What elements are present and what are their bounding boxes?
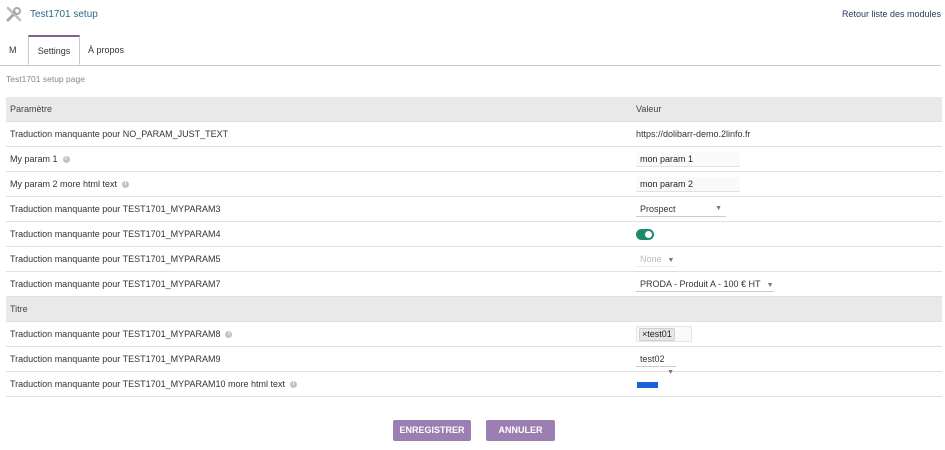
select-value: PRODA - Produit A - 100 € HT <box>640 278 761 289</box>
back-to-modules-link[interactable]: Retour liste des modules <box>842 9 941 19</box>
table-row: Traduction manquante pour TEST1701_MYPAR… <box>6 271 942 297</box>
info-icon[interactable]: i <box>225 331 233 339</box>
myparam7-select[interactable]: PRODA - Produit A - 100 € HT ▼ <box>636 277 774 292</box>
tab-settings[interactable]: Settings <box>28 35 80 65</box>
table-row: Traduction manquante pour TEST1701_MYPAR… <box>6 196 942 222</box>
table-row: Traduction manquante pour TEST1701_MYPAR… <box>6 346 942 376</box>
select-value: Prospect <box>640 203 676 214</box>
myparam10-color-picker[interactable] <box>637 381 658 388</box>
param-value: https://dolibarr-demo.2linfo.fr <box>632 121 942 147</box>
param-label: Traduction manquante pour TEST1701_MYPAR… <box>6 271 632 297</box>
tools-icon <box>6 6 22 22</box>
column-header-value: Valeur <box>632 97 942 122</box>
param-label: Traduction manquante pour TEST1701_MYPAR… <box>10 329 221 339</box>
toggle-knob <box>645 230 652 238</box>
info-icon[interactable]: i <box>289 381 297 389</box>
select-value: None <box>640 253 662 264</box>
myparam8-multiselect[interactable]: ×test01 <box>636 326 692 342</box>
section-title: Titre <box>6 296 942 322</box>
section-row: Titre <box>6 296 942 322</box>
tab-bar: M Settings À propos <box>0 35 941 66</box>
chevron-down-icon: ▼ <box>715 204 722 212</box>
param-label: Traduction manquante pour NO_PARAM_JUST_… <box>6 121 632 147</box>
param-label: Traduction manquante pour TEST1701_MYPAR… <box>6 196 632 222</box>
table-row: Traduction manquante pour TEST1701_MYPAR… <box>6 371 942 397</box>
table-row: My param 2 more html text i mon param 2 <box>6 171 942 197</box>
table-row: My param 1 i mon param 1 <box>6 146 942 172</box>
settings-table: Paramètre Valeur Traduction manquante po… <box>6 97 942 397</box>
table-header: Paramètre Valeur <box>6 97 942 122</box>
table-row: Traduction manquante pour TEST1701_MYPAR… <box>6 321 942 347</box>
chevron-down-icon: ▼ <box>667 256 675 264</box>
myparam4-toggle[interactable] <box>636 228 654 240</box>
param-label: Traduction manquante pour TEST1701_MYPAR… <box>6 246 632 272</box>
tab-m[interactable]: M <box>9 36 17 64</box>
page-title: Test1701 setup <box>30 9 98 20</box>
myparam1-input[interactable]: mon param 1 <box>636 151 740 167</box>
page-header: Test1701 setup Retour liste des modules <box>0 0 945 30</box>
myparam5-select[interactable]: None ▼ <box>636 252 675 267</box>
column-header-param: Paramètre <box>6 97 632 122</box>
param-label: Traduction manquante pour TEST1701_MYPAR… <box>6 346 632 372</box>
tag-label: test01 <box>647 329 672 339</box>
param-label: Traduction manquante pour TEST1701_MYPAR… <box>10 379 285 389</box>
table-row: Traduction manquante pour NO_PARAM_JUST_… <box>6 121 942 147</box>
info-icon[interactable]: i <box>62 156 70 164</box>
myparam9-select[interactable]: test02 ▼ <box>636 352 676 376</box>
myparam2-input[interactable]: mon param 2 <box>636 176 740 192</box>
param-label: Traduction manquante pour TEST1701_MYPAR… <box>6 221 632 247</box>
chevron-down-icon: ▼ <box>766 281 774 289</box>
page-subtitle: Test1701 setup page <box>6 74 85 84</box>
save-button[interactable]: ENREGISTRER <box>393 420 471 441</box>
param-label: My param 1 <box>10 154 58 164</box>
tab-apropos[interactable]: À propos <box>88 36 124 64</box>
cancel-button[interactable]: ANNULER <box>486 420 555 441</box>
table-row: Traduction manquante pour TEST1701_MYPAR… <box>6 221 942 247</box>
myparam3-select[interactable]: Prospect ▼ <box>636 202 726 217</box>
chevron-down-icon: ▼ <box>667 368 674 376</box>
selected-tag: ×test01 <box>639 328 675 341</box>
select-value: test02 <box>640 353 665 364</box>
info-icon[interactable]: i <box>122 181 130 189</box>
table-row: Traduction manquante pour TEST1701_MYPAR… <box>6 246 942 272</box>
param-label: My param 2 more html text <box>10 179 118 189</box>
